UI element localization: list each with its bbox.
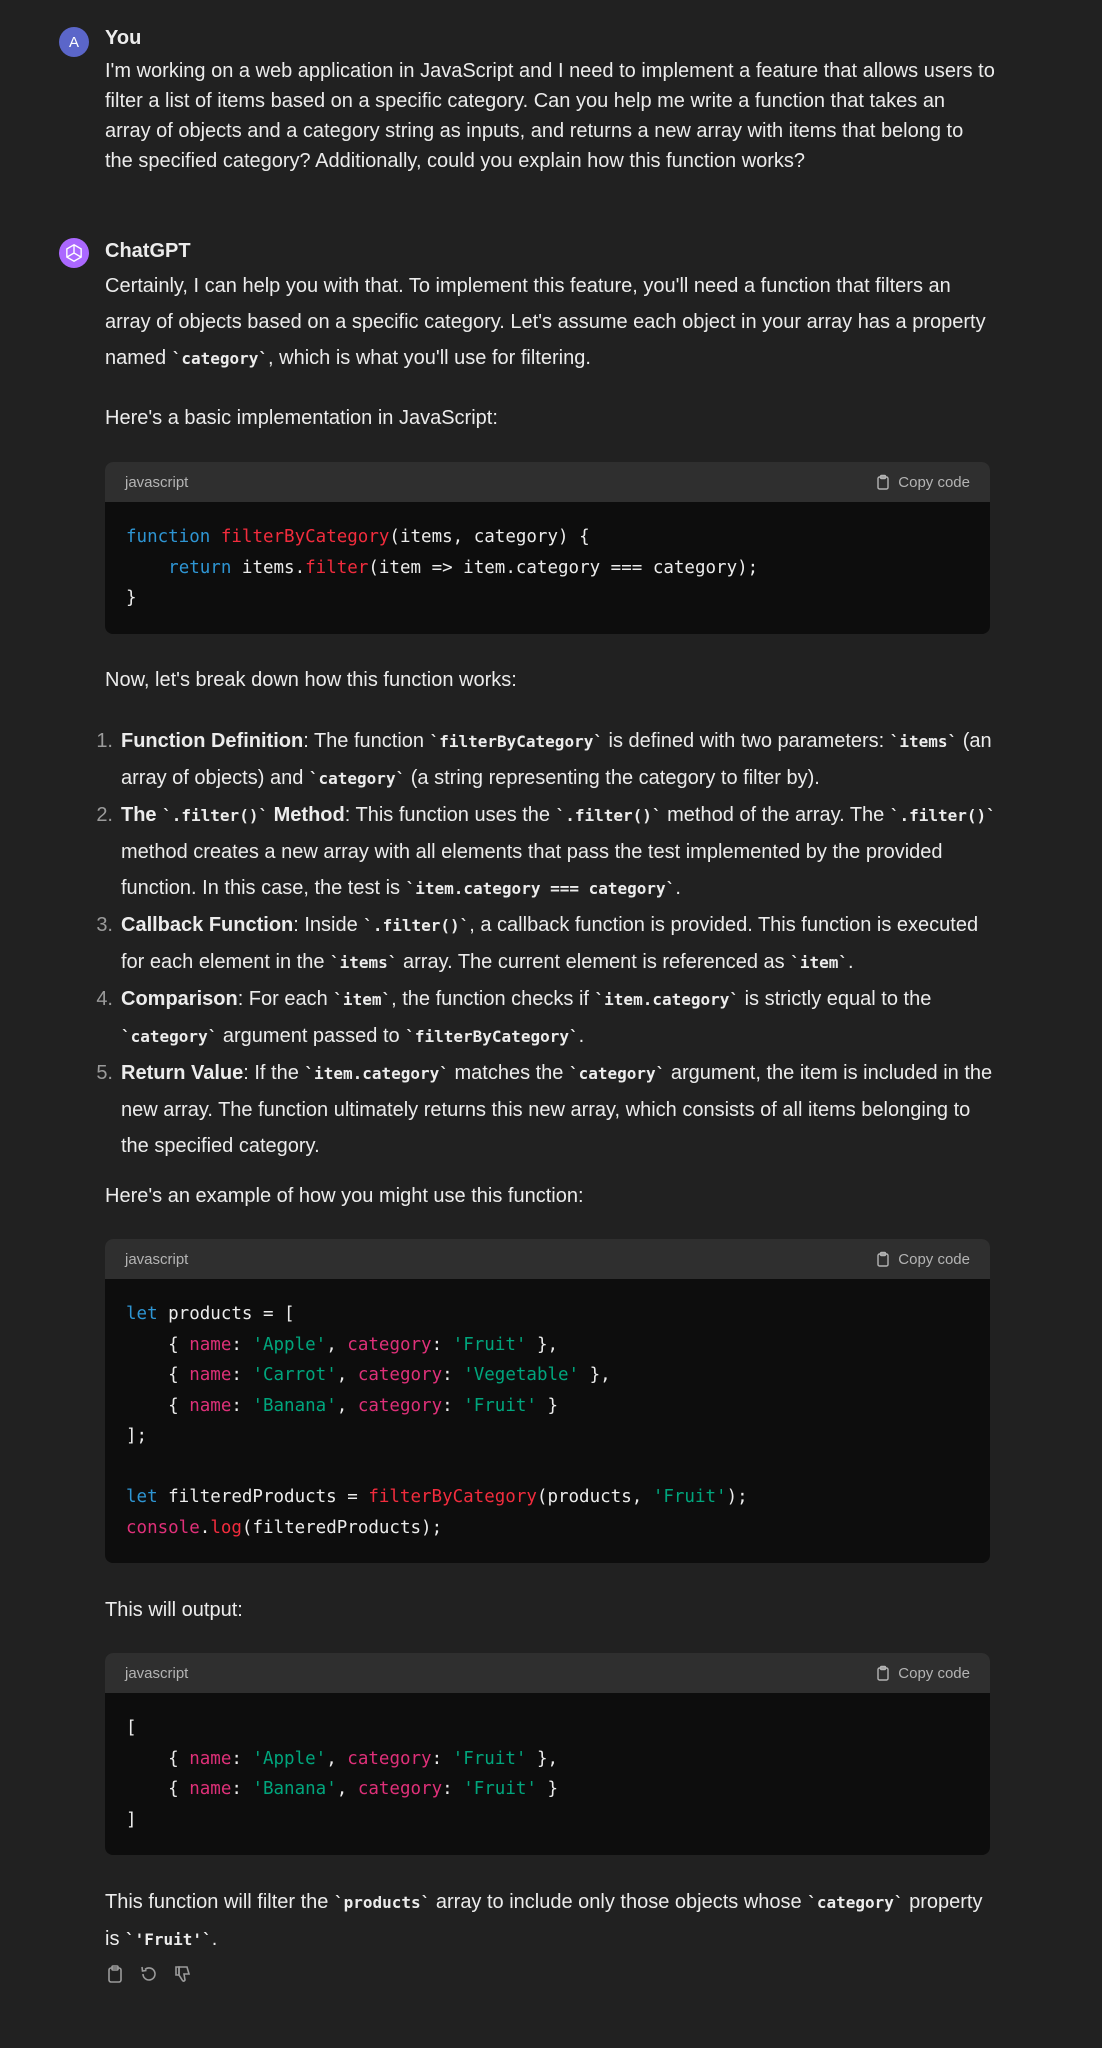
message-actions — [105, 1964, 193, 1984]
inline-code: `category` — [171, 349, 269, 368]
code-block-definition: javascript Copy code function filterByCa… — [105, 462, 990, 634]
clipboard-icon — [877, 1251, 889, 1267]
code-block-header: javascript Copy code — [105, 1239, 990, 1279]
clipboard-icon[interactable] — [105, 1964, 125, 1984]
user-name: You — [105, 27, 142, 49]
user-message: I'm working on a web application in Java… — [105, 60, 995, 172]
code-block-output: javascript Copy code [ { name: 'Apple', … — [105, 1653, 990, 1855]
code-block-example: javascript Copy code let products = [ { … — [105, 1239, 990, 1563]
code-block-header: javascript Copy code — [105, 462, 990, 502]
copy-code-button[interactable]: Copy code — [875, 1251, 970, 1268]
closing-paragraph: This function will filter the `products`… — [105, 1891, 983, 1950]
code-content: let products = [ { name: 'Apple', catego… — [126, 1304, 748, 1538]
regenerate-icon[interactable] — [139, 1964, 159, 1984]
copy-code-button[interactable]: Copy code — [875, 474, 970, 491]
clipboard-icon — [877, 474, 889, 490]
code-content: function filterByCategory(items, categor… — [126, 527, 759, 608]
output-intro: This will output: — [105, 1599, 243, 1621]
explanation-list: 1. Function Definition: The function `fi… — [80, 723, 1000, 1164]
impl-intro: Here's a basic implementation in JavaScr… — [105, 407, 498, 429]
list-item: 5. Return Value: If the `item.category` … — [96, 1062, 993, 1157]
code-language: javascript — [125, 1250, 189, 1268]
user-avatar: A — [59, 27, 89, 57]
thumbs-down-icon[interactable] — [173, 1964, 193, 1984]
chatgpt-avatar — [59, 238, 89, 268]
list-item: 3. Callback Function: Inside `.filter()`… — [96, 914, 979, 973]
assistant-intro: Certainly, I can help you with that. To … — [105, 275, 986, 369]
assistant-name: ChatGPT — [105, 240, 191, 262]
code-block-header: javascript Copy code — [105, 1653, 990, 1693]
code-content: [ { name: 'Apple', category: 'Fruit' }, … — [126, 1718, 559, 1830]
list-item: 1. Function Definition: The function `fi… — [96, 730, 992, 789]
example-intro: Here's an example of how you might use t… — [105, 1185, 584, 1207]
copy-code-button[interactable]: Copy code — [875, 1665, 970, 1682]
clipboard-icon — [877, 1665, 889, 1681]
list-item: 4. Comparison: For each `item`, the func… — [96, 988, 932, 1047]
code-language: javascript — [125, 1664, 189, 1682]
openai-logo-icon — [66, 243, 82, 263]
code-language: javascript — [125, 473, 189, 491]
breakdown-intro: Now, let's break down how this function … — [105, 669, 517, 691]
list-item: 2. The `.filter()` Method: This function… — [96, 804, 996, 899]
